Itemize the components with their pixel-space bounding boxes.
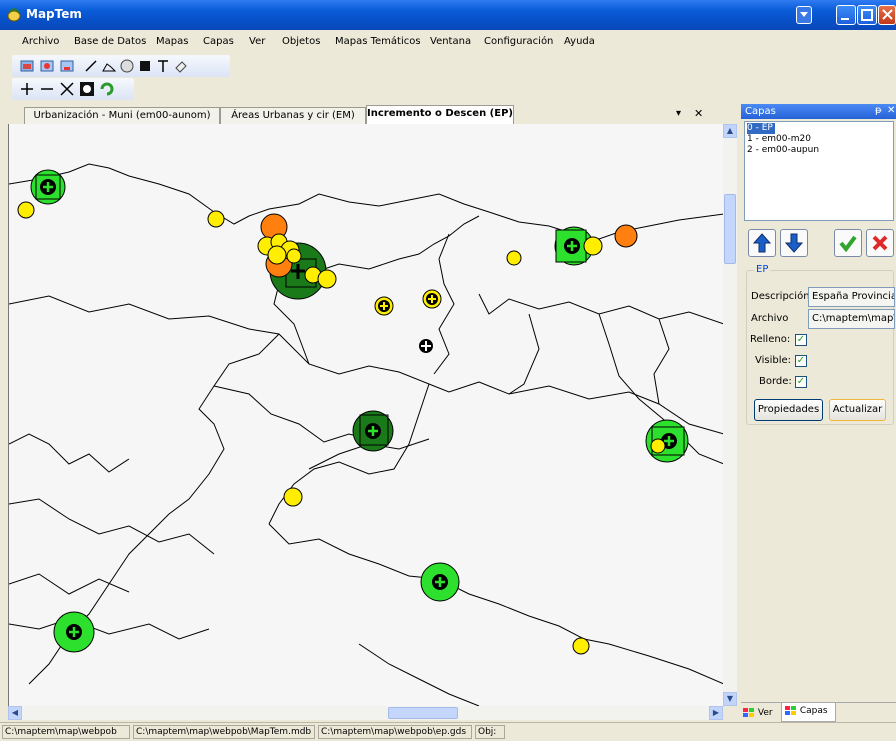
menu-capas[interactable]: Capas	[203, 36, 234, 47]
pan-hand-icon[interactable]	[78, 80, 96, 98]
delete-button[interactable]	[866, 229, 894, 257]
document-tabs: Urbanización - Muni (em00-aunom) Áreas U…	[8, 104, 736, 125]
window-menu-icon[interactable]	[796, 6, 812, 24]
eraser-tool-icon[interactable]	[172, 57, 190, 75]
scroll-right-icon[interactable]: ▶	[709, 706, 723, 720]
panel-bottom-tabs: Ver Capas	[741, 702, 896, 723]
map-canvas[interactable]	[8, 124, 724, 706]
layer-item-ep[interactable]: 0 - EP	[747, 123, 775, 134]
menu-bar: Archivo Base de Datos Mapas Capas Ver Ob…	[0, 31, 896, 53]
layer-item-em00-m20[interactable]: 1 - em00-m20	[747, 134, 813, 145]
panel-title: Capas	[745, 106, 776, 117]
menu-archivo[interactable]: Archivo	[22, 36, 59, 47]
tab-ver[interactable]: Ver	[743, 705, 779, 721]
borde-label: Borde:	[759, 376, 792, 387]
borde-checkbox[interactable]: ✓	[795, 376, 807, 388]
close-tab-icon[interactable]: ✕	[694, 107, 703, 120]
app-logo-icon	[7, 7, 21, 22]
text-tool-icon[interactable]	[154, 57, 172, 75]
move-up-button[interactable]	[748, 229, 776, 257]
archivo-label: Archivo	[751, 313, 789, 324]
status-database: C:\maptem\map\webpob\MapTem.mdb	[133, 725, 315, 739]
descripcion-field[interactable]: España Provincia	[808, 287, 895, 307]
pin-icon[interactable]: ᵽ	[875, 105, 882, 116]
status-folder: C:\maptem\map\webpob	[2, 725, 130, 739]
horizontal-scrollbar[interactable]: ◀ ▶	[8, 706, 723, 720]
circle-tool-icon[interactable]	[118, 57, 136, 75]
accept-button[interactable]	[834, 229, 862, 257]
vertical-scroll-thumb[interactable]	[724, 194, 736, 264]
descripcion-label: Descripción	[751, 291, 810, 302]
group-label: EP	[754, 264, 771, 275]
menu-ver[interactable]: Ver	[249, 36, 265, 47]
polyline-tool-icon[interactable]	[100, 57, 118, 75]
layer-icon[interactable]	[58, 57, 76, 75]
scroll-down-icon[interactable]: ▼	[723, 692, 737, 706]
layers-panel-header: Capas ᵽ ✕	[741, 104, 896, 119]
actualizar-button[interactable]: Actualizar	[829, 399, 886, 421]
window-title: MapTem	[26, 7, 82, 21]
visible-label: Visible:	[755, 355, 792, 366]
vertical-scrollbar[interactable]: ▲ ▼	[723, 124, 737, 706]
tabs-dropdown-icon[interactable]: ▾	[676, 108, 681, 119]
zoom-out-icon[interactable]	[38, 80, 56, 98]
draw-toolbar	[12, 55, 230, 77]
new-map-icon[interactable]	[18, 57, 36, 75]
status-file: C:\maptem\map\webpob\ep.gds	[318, 725, 472, 739]
windows-icon	[743, 707, 754, 717]
layer-list[interactable]: 0 - EP 1 - em00-m20 2 - em00-aupun	[744, 121, 894, 221]
scroll-left-icon[interactable]: ◀	[8, 706, 22, 720]
open-map-icon[interactable]	[38, 57, 56, 75]
navigation-toolbar	[12, 78, 134, 100]
map-svg	[9, 163, 724, 706]
maximize-button[interactable]	[857, 5, 877, 25]
layer-item-em00-aupun[interactable]: 2 - em00-aupun	[747, 145, 821, 156]
status-bar: C:\maptem\map\webpob C:\maptem\map\webpo…	[0, 722, 896, 741]
full-extent-icon[interactable]	[58, 80, 76, 98]
menu-configuracion[interactable]: Configuración	[484, 36, 553, 47]
horizontal-scroll-thumb[interactable]	[388, 707, 458, 719]
refresh-icon[interactable]	[98, 80, 116, 98]
rectangle-tool-icon[interactable]	[136, 57, 154, 75]
delete-x-icon	[872, 235, 888, 251]
tab-capas[interactable]: Capas	[781, 703, 836, 722]
menu-mapas[interactable]: Mapas	[156, 36, 188, 47]
windows-icon	[785, 705, 796, 715]
title-bar: MapTem	[0, 0, 896, 30]
tab-areas-urbanas[interactable]: Áreas Urbanas y cir (EM)	[220, 107, 366, 124]
close-button[interactable]	[878, 5, 896, 25]
menu-ayuda[interactable]: Ayuda	[564, 36, 595, 47]
relleno-checkbox[interactable]: ✓	[795, 334, 807, 346]
move-down-button[interactable]	[780, 229, 808, 257]
visible-checkbox[interactable]: ✓	[795, 355, 807, 367]
zoom-in-icon[interactable]	[18, 80, 36, 98]
minimize-button[interactable]	[836, 5, 856, 25]
tab-ver-label: Ver	[757, 708, 773, 718]
tab-urbanizacion[interactable]: Urbanización - Muni (em00-aunom)	[24, 107, 220, 124]
menu-objetos[interactable]: Objetos	[282, 36, 320, 47]
panel-close-icon[interactable]: ✕	[887, 105, 895, 116]
tab-capas-label: Capas	[799, 706, 828, 716]
menu-ventana[interactable]: Ventana	[430, 36, 471, 47]
scroll-up-icon[interactable]: ▲	[723, 124, 737, 138]
tab-incremento[interactable]: Incremento o Descen (EP)	[366, 105, 514, 125]
checkmark-icon	[839, 235, 857, 252]
menu-base-de-datos[interactable]: Base de Datos	[74, 36, 146, 47]
menu-mapas-tematicos[interactable]: Mapas Temáticos	[335, 36, 421, 47]
line-tool-icon[interactable]	[82, 57, 100, 75]
arrow-down-icon	[785, 233, 803, 253]
map-symbols	[17, 169, 689, 655]
relleno-label: Relleno:	[750, 334, 791, 345]
propiedades-button[interactable]: Propiedades	[754, 399, 823, 421]
arrow-up-icon	[753, 233, 771, 253]
archivo-field[interactable]: C:\maptem\map\	[808, 309, 895, 329]
status-object: Obj:	[475, 725, 505, 739]
